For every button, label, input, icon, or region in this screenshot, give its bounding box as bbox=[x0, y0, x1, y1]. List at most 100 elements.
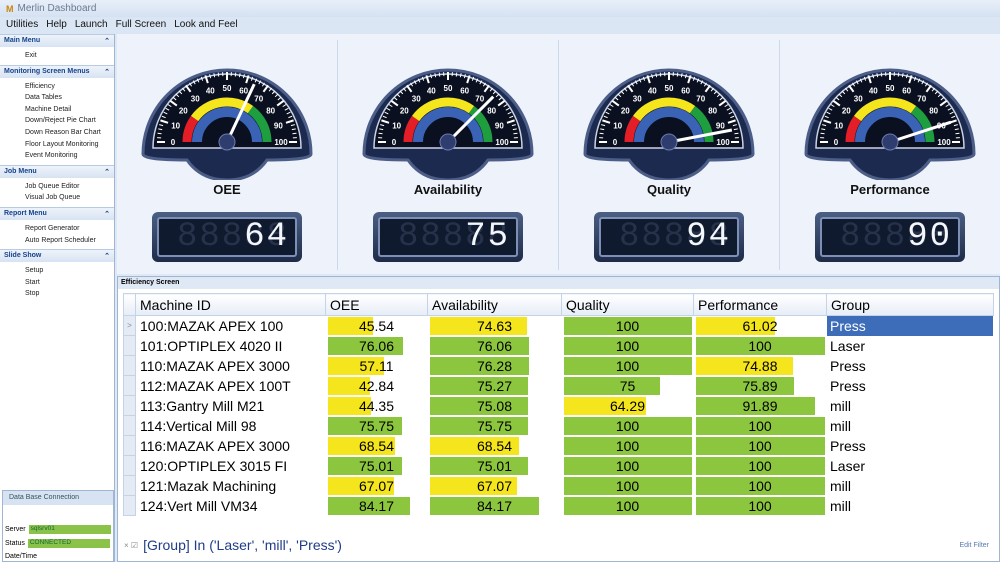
row-selector[interactable] bbox=[123, 475, 136, 496]
metric-cell[interactable]: 91.89 bbox=[693, 395, 827, 416]
row-selector[interactable] bbox=[123, 395, 136, 416]
machine-id-cell[interactable]: 120:OPTIPLEX 3015 FI bbox=[135, 455, 326, 476]
metric-cell[interactable]: 75.27 bbox=[427, 375, 562, 396]
metric-cell[interactable]: 100 bbox=[693, 475, 827, 496]
sidebar-section-header[interactable]: Slide Show ⌃ bbox=[0, 249, 114, 263]
metric-cell[interactable]: 68.54 bbox=[325, 435, 428, 456]
metric-cell[interactable]: 100 bbox=[561, 315, 694, 336]
sidebar-item[interactable]: Floor Layout Monitoring bbox=[0, 139, 114, 151]
menu-help[interactable]: Help bbox=[46, 19, 67, 32]
metric-cell[interactable]: 67.07 bbox=[325, 475, 428, 496]
metric-cell[interactable]: 76.28 bbox=[427, 355, 562, 376]
metric-cell[interactable]: 74.63 bbox=[427, 315, 562, 336]
menu-utilities[interactable]: Utilities bbox=[6, 19, 38, 32]
metric-cell[interactable]: 84.17 bbox=[325, 495, 428, 516]
row-selector[interactable] bbox=[123, 435, 136, 456]
sidebar-section-header[interactable]: Monitoring Screen Menus ⌃ bbox=[0, 64, 114, 78]
row-selector[interactable] bbox=[123, 335, 136, 356]
collapse-chevron-icon[interactable]: ⌃ bbox=[104, 168, 110, 176]
metric-cell[interactable]: 76.06 bbox=[427, 335, 562, 356]
column-header-group[interactable]: Group bbox=[826, 293, 994, 316]
metric-cell[interactable]: 75.01 bbox=[427, 455, 562, 476]
row-selector[interactable] bbox=[123, 415, 136, 436]
metric-cell[interactable]: 76.06 bbox=[325, 335, 428, 356]
sidebar-item[interactable]: Data Tables bbox=[0, 92, 114, 104]
table-row[interactable]: 121:Mazak Machining 67.07 67.07 100 100 mill bbox=[123, 475, 994, 496]
metric-cell[interactable]: 75.01 bbox=[325, 455, 428, 476]
metric-cell[interactable]: 100 bbox=[693, 435, 827, 456]
collapse-chevron-icon[interactable]: ⌃ bbox=[104, 68, 110, 76]
column-header-availability[interactable]: Availability bbox=[427, 293, 562, 316]
column-header-oee[interactable]: OEE bbox=[325, 293, 428, 316]
row-selector[interactable]: > bbox=[123, 315, 136, 336]
sidebar-item[interactable]: Auto Report Scheduler bbox=[0, 235, 114, 247]
machine-id-cell[interactable]: 100:MAZAK APEX 100 bbox=[135, 315, 326, 336]
sidebar-item[interactable]: Start bbox=[0, 277, 114, 289]
machine-id-cell[interactable]: 110:MAZAK APEX 3000 bbox=[135, 355, 326, 376]
machine-id-cell[interactable]: 121:Mazak Machining bbox=[135, 475, 326, 496]
metric-cell[interactable]: 100 bbox=[693, 455, 827, 476]
metric-cell[interactable]: 68.54 bbox=[427, 435, 562, 456]
sidebar-item[interactable]: Exit bbox=[0, 50, 114, 62]
sidebar-section-header[interactable]: Job Menu ⌃ bbox=[0, 164, 114, 178]
metric-cell[interactable]: 100 bbox=[561, 335, 694, 356]
metric-cell[interactable]: 64.29 bbox=[561, 395, 694, 416]
sidebar-item[interactable]: Job Queue Editor bbox=[0, 181, 114, 193]
sidebar-item[interactable]: Down Reason Bar Chart bbox=[0, 127, 114, 139]
machine-id-cell[interactable]: 114:Vertical Mill 98 bbox=[135, 415, 326, 436]
group-cell[interactable]: Laser bbox=[826, 335, 994, 356]
machine-id-cell[interactable]: 124:Vert Mill VM34 bbox=[135, 495, 326, 516]
group-cell[interactable]: Press bbox=[826, 435, 994, 456]
collapse-chevron-icon[interactable]: ⌃ bbox=[104, 37, 110, 45]
metric-cell[interactable]: 75.89 bbox=[693, 375, 827, 396]
column-header-machine-id[interactable]: Machine ID bbox=[135, 293, 326, 316]
table-row[interactable]: 116:MAZAK APEX 3000 68.54 68.54 100 100 Press bbox=[123, 435, 994, 456]
menu-full-screen[interactable]: Full Screen bbox=[116, 19, 167, 32]
metric-cell[interactable]: 67.07 bbox=[427, 475, 562, 496]
metric-cell[interactable]: 75 bbox=[561, 375, 694, 396]
metric-cell[interactable]: 42.84 bbox=[325, 375, 428, 396]
metric-cell[interactable]: 45.54 bbox=[325, 315, 428, 336]
metric-cell[interactable]: 100 bbox=[561, 435, 694, 456]
metric-cell[interactable]: 61.02 bbox=[693, 315, 827, 336]
row-selector[interactable] bbox=[123, 455, 136, 476]
metric-cell[interactable]: 100 bbox=[561, 475, 694, 496]
edit-filter-link[interactable]: Edit Filter bbox=[959, 542, 989, 549]
sidebar-item[interactable]: Setup bbox=[0, 265, 114, 277]
row-selector[interactable] bbox=[123, 355, 136, 376]
table-row[interactable]: >100:MAZAK APEX 100 45.54 74.63 100 61.02 Pre… bbox=[123, 315, 994, 336]
group-cell[interactable]: mill bbox=[826, 415, 994, 436]
metric-cell[interactable]: 100 bbox=[693, 335, 827, 356]
sidebar-section-header[interactable]: Main Menu ⌃ bbox=[0, 34, 114, 47]
sidebar-item[interactable]: Report Generator bbox=[0, 223, 114, 235]
metric-cell[interactable]: 44.35 bbox=[325, 395, 428, 416]
metric-cell[interactable]: 100 bbox=[561, 355, 694, 376]
metric-cell[interactable]: 100 bbox=[561, 495, 694, 516]
table-row[interactable]: 110:MAZAK APEX 3000 57.11 76.28 100 74.88 Pre… bbox=[123, 355, 994, 376]
collapse-chevron-icon[interactable]: ⌃ bbox=[104, 252, 110, 260]
sidebar-item[interactable]: Stop bbox=[0, 288, 114, 300]
sidebar-item[interactable]: Efficiency bbox=[0, 81, 114, 93]
group-cell[interactable]: mill bbox=[826, 475, 994, 496]
column-header-performance[interactable]: Performance bbox=[693, 293, 827, 316]
sidebar-item[interactable]: Event Monitoring bbox=[0, 150, 114, 162]
group-cell[interactable]: mill bbox=[826, 395, 994, 416]
group-cell[interactable]: Press bbox=[826, 375, 994, 396]
table-row[interactable]: 114:Vertical Mill 98 75.75 75.75 100 100 mill bbox=[123, 415, 994, 436]
column-header-quality[interactable]: Quality bbox=[561, 293, 694, 316]
machine-id-cell[interactable]: 112:MAZAK APEX 100T bbox=[135, 375, 326, 396]
metric-cell[interactable]: 75.75 bbox=[427, 415, 562, 436]
table-row[interactable]: 113:Gantry Mill M21 44.35 75.08 64.29 91.89 m… bbox=[123, 395, 994, 416]
table-row[interactable]: 120:OPTIPLEX 3015 FI 75.01 75.01 100 100 Lase… bbox=[123, 455, 994, 476]
group-cell[interactable]: Press bbox=[826, 355, 994, 376]
group-cell[interactable]: Press bbox=[826, 315, 994, 336]
metric-cell[interactable]: 74.88 bbox=[693, 355, 827, 376]
metric-cell[interactable]: 75.08 bbox=[427, 395, 562, 416]
metric-cell[interactable]: 100 bbox=[561, 415, 694, 436]
metric-cell[interactable]: 100 bbox=[561, 455, 694, 476]
metric-cell[interactable]: 84.17 bbox=[427, 495, 562, 516]
table-row[interactable]: 112:MAZAK APEX 100T 42.84 75.27 75 75.89 Pres… bbox=[123, 375, 994, 396]
filter-bar[interactable]: × ☑ [Group] In ('Laser', 'mill', 'Press') bbox=[124, 537, 342, 553]
sidebar-item[interactable]: Machine Detail bbox=[0, 104, 114, 116]
table-row[interactable]: 124:Vert Mill VM34 84.17 84.17 100 100 mill bbox=[123, 495, 994, 516]
